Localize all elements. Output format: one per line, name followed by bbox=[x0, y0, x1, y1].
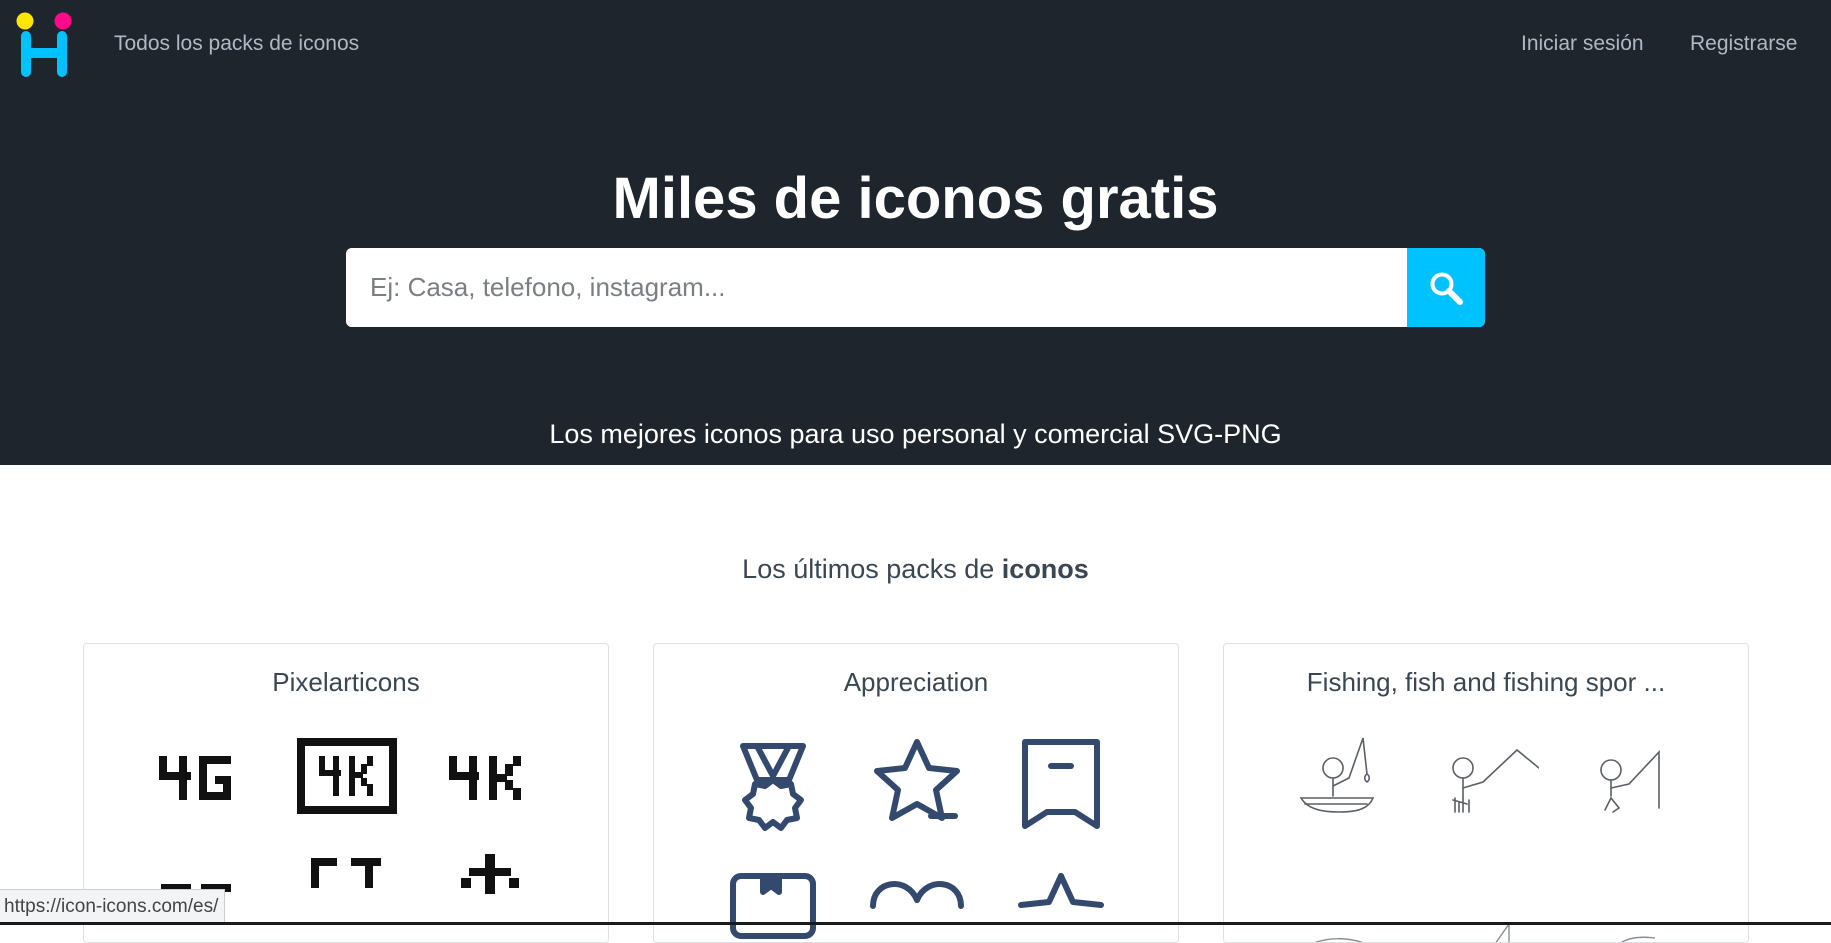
bookmark-minus-icon[interactable] bbox=[1009, 734, 1113, 838]
magnifier-icon bbox=[1430, 272, 1463, 305]
register-link[interactable]: Registrarse bbox=[1690, 32, 1797, 56]
fisherman-rod-icon[interactable] bbox=[1579, 730, 1683, 834]
latest-packs-heading: Los últimos packs de iconos bbox=[0, 552, 1831, 586]
bookmark-box-icon[interactable] bbox=[721, 870, 825, 943]
heart-icon[interactable] bbox=[865, 870, 969, 943]
4k-icon[interactable] bbox=[439, 724, 543, 828]
star-icon[interactable] bbox=[1009, 870, 1113, 943]
login-link[interactable]: Iniciar sesión bbox=[1521, 32, 1644, 56]
pixel-icon[interactable] bbox=[295, 854, 399, 943]
fisherman-icon[interactable] bbox=[1435, 730, 1539, 834]
search-input[interactable] bbox=[346, 248, 1407, 327]
latest-packs-heading-bold: iconos bbox=[1001, 554, 1089, 584]
fishing-icon[interactable] bbox=[1579, 860, 1683, 943]
4g-icon[interactable] bbox=[151, 724, 255, 828]
pack-title: Appreciation bbox=[843, 667, 989, 697]
fishing-icon[interactable] bbox=[1435, 860, 1539, 943]
status-bar-url: https://icon-icons.com/es/ bbox=[0, 889, 226, 925]
hero-title: Miles de iconos gratis bbox=[612, 166, 1219, 231]
site-logo-icon[interactable] bbox=[14, 12, 74, 80]
pixel-snowflake-icon[interactable] bbox=[439, 854, 543, 943]
hero-subtitle: Los mejores iconos para uso personal y c… bbox=[549, 419, 1282, 449]
pack-title: Pixelarticons bbox=[272, 667, 420, 697]
fishing-boat-icon[interactable] bbox=[1291, 730, 1395, 834]
medal-icon[interactable] bbox=[721, 734, 825, 838]
4k-box-icon[interactable] bbox=[295, 724, 399, 828]
fishing-icon[interactable] bbox=[1291, 860, 1395, 943]
star-minus-icon[interactable] bbox=[865, 734, 969, 838]
pack-title: Fishing, fish and fishing spor ... bbox=[1306, 667, 1666, 697]
search-bar bbox=[346, 248, 1485, 327]
nav-all-packs-link[interactable]: Todos los packs de iconos bbox=[114, 32, 359, 56]
hero-section: Todos los packs de iconos Iniciar sesión… bbox=[0, 0, 1831, 465]
pack-card-appreciation[interactable]: Appreciation bbox=[653, 643, 1179, 943]
top-navigation: Todos los packs de iconos Iniciar sesión… bbox=[0, 0, 1831, 90]
latest-packs-heading-prefix: Los últimos packs de bbox=[742, 554, 1002, 584]
pack-card-fishing[interactable]: Fishing, fish and fishing spor ... bbox=[1223, 643, 1749, 943]
search-button[interactable] bbox=[1407, 248, 1485, 327]
